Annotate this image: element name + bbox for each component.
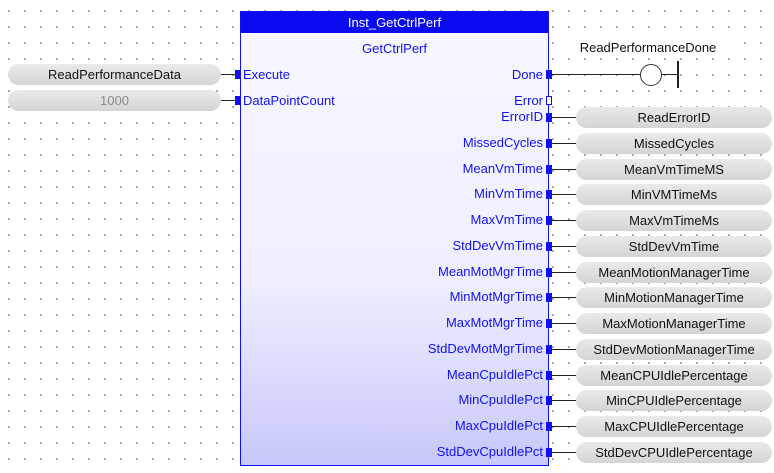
block-type-name: GetCtrlPerf [361,41,427,56]
pin-meanvmtime: MeanVmTime [462,161,543,176]
pin-maxmotmgrtime: MaxMotMgrTime [445,315,543,330]
wire-done [552,74,640,75]
wire-mincpuidlepct [552,400,576,401]
output-variable-mincpuidlepct[interactable]: MinCPUIdlePercentage [576,390,772,411]
input-variable-execute[interactable]: ReadPerformanceData [8,64,221,85]
pin-execute: Execute [243,67,290,82]
wire-meanmotmgrtime [552,272,576,273]
output-variable-stddevvmtime[interactable]: StdDevVmTime [576,236,772,257]
pin-connector-error[interactable] [546,96,552,105]
wire-minmotmgrtime [552,297,576,298]
wire-minvmtime [552,194,576,195]
pin-meanmotmgrtime: MeanMotMgrTime [438,264,543,279]
output-variable-meancpuidlepct[interactable]: MeanCPUIdlePercentage [576,365,772,386]
wire-execute [221,74,235,75]
power-rail-bar [677,61,679,88]
output-variable-stddevcpuidlepct[interactable]: StdDevCPUIdlePercentage [576,442,772,463]
pin-stddevmotmgrtime: StdDevMotMgrTime [427,341,543,356]
pin-error: Error [514,93,543,108]
output-variable-minvmtime[interactable]: MinVMTimeMs [576,184,772,205]
output-variable-meanvmtime[interactable]: MeanVmTimeMS [576,159,772,180]
wire-stddevcpuidlepct [552,452,576,453]
output-variable-maxmotmgrtime[interactable]: MaxMotionManagerTime [576,313,772,334]
block-instance-name[interactable]: Inst_GetCtrlPerf [241,12,548,33]
wire-errorid [552,117,576,118]
wire-contact-to-bar [662,74,677,75]
output-variable-maxvmtime[interactable]: MaxVmTimeMs [576,210,772,231]
wire-maxvmtime [552,220,576,221]
wire-datapointcount [221,100,235,101]
input-constant-datapointcount[interactable]: 1000 [8,90,221,111]
pin-missedcycles: MissedCycles [462,135,543,150]
wire-missedcycles [552,143,576,144]
pin-meancpuidlepct: MeanCpuIdlePct [446,367,543,382]
pin-minmotmgrtime: MinMotMgrTime [449,289,543,304]
wire-meanvmtime [552,169,576,170]
output-variable-meanmotmgrtime[interactable]: MeanMotionManagerTime [576,262,772,283]
wire-stddevvmtime [552,246,576,247]
wire-meancpuidlepct [552,375,576,376]
wire-maxcpuidlepct [552,426,576,427]
contact-variable-label[interactable]: ReadPerformanceDone [556,40,740,55]
pin-datapointcount: DataPointCount [243,93,335,108]
function-block[interactable]: Inst_GetCtrlPerf GetCtrlPerf Execute Dat… [240,11,549,466]
pin-minvmtime: MinVmTime [474,186,543,201]
output-variable-minmotmgrtime[interactable]: MinMotionManagerTime [576,287,772,308]
output-variable-stddevmotmgrtime[interactable]: StdDevMotionManagerTime [576,339,772,360]
contact-symbol[interactable] [640,64,662,86]
pin-done: Done [511,67,543,82]
pin-stddevcpuidlepct: StdDevCpuIdlePct [436,444,543,459]
pin-mincpuidlepct: MinCpuIdlePct [458,392,543,407]
pin-stddevvmtime: StdDevVmTime [452,238,543,253]
wire-stddevmotmgrtime [552,349,576,350]
pin-connector-datapointcount[interactable] [235,96,241,105]
pin-connector-execute[interactable] [235,70,241,79]
wire-maxmotmgrtime [552,323,576,324]
output-variable-errorid[interactable]: ReadErrorID [576,107,772,128]
pin-maxvmtime: MaxVmTime [470,212,543,227]
pin-errorid: ErrorID [501,109,543,124]
output-variable-missedcycles[interactable]: MissedCycles [576,133,772,154]
pin-maxcpuidlepct: MaxCpuIdlePct [454,418,543,433]
output-variable-maxcpuidlepct[interactable]: MaxCPUIdlePercentage [576,416,772,437]
